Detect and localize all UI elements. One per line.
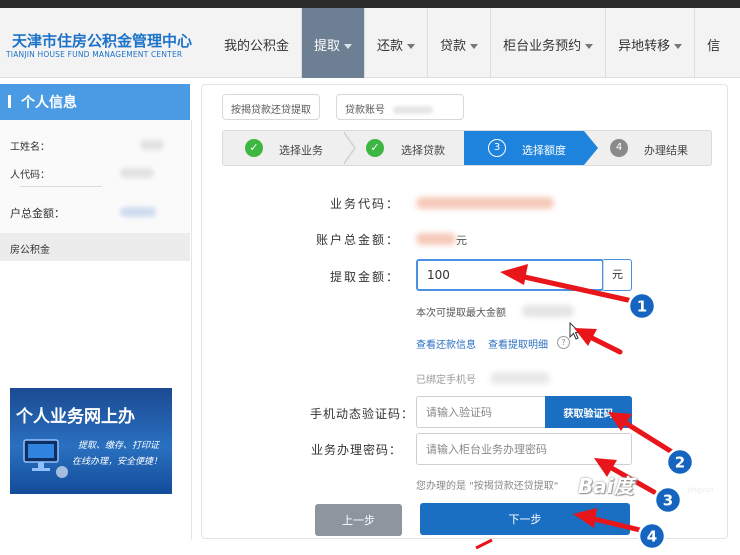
red-arrow-fragment bbox=[475, 538, 493, 550]
employee-name-value-redacted bbox=[140, 140, 164, 150]
step-number-3: 3 bbox=[488, 139, 506, 157]
nav-my-fund[interactable]: 我的公积金 bbox=[212, 8, 303, 78]
step-number-4: 4 bbox=[610, 139, 628, 157]
baidu-watermark: Bai度 bbox=[578, 474, 634, 498]
chevron-down-icon bbox=[344, 44, 353, 49]
loan-account-tag: 贷款账号 bbox=[336, 94, 464, 120]
account-total-unit: 元 bbox=[456, 234, 467, 247]
site-logo-title[interactable]: 天津市住房公积金管理中心 bbox=[12, 30, 192, 51]
sms-code-label: 手机动态验证码： bbox=[310, 407, 415, 421]
chevron-down-icon bbox=[407, 44, 416, 49]
business-password-input[interactable] bbox=[416, 433, 632, 465]
step-select-amount: 3 选择额度 bbox=[464, 131, 584, 165]
max-amount-hint: 本次可提取最大金额 bbox=[416, 308, 506, 319]
step-active-arrow bbox=[584, 131, 598, 165]
loan-account-text: 贷款账号 bbox=[345, 105, 385, 116]
loan-account-value-redacted bbox=[393, 106, 433, 114]
banner-title: 个人业务网上办 bbox=[16, 407, 135, 427]
banner-subtitle-1: 提取、缴存、打印证 bbox=[78, 441, 160, 451]
housing-fund-label: 房公积金 bbox=[10, 245, 50, 256]
view-withdraw-detail-link[interactable]: 查看提取明细 bbox=[488, 336, 548, 351]
withdraw-type-text: 按揭贷款还贷提取 bbox=[231, 105, 311, 116]
sidebar-divider-vertical bbox=[191, 120, 192, 540]
step-select-loan: ✓ 选择贷款 bbox=[353, 131, 463, 165]
business-password-label: 业务办理密码： bbox=[311, 443, 403, 457]
current-business-hint: 您办理的是 "按揭贷款还贷提取" bbox=[416, 481, 559, 492]
header-bar-icon bbox=[8, 95, 11, 108]
step-label: 选择贷款 bbox=[401, 144, 445, 157]
chevron-down-icon bbox=[674, 44, 683, 49]
step-label: 选择额度 bbox=[522, 144, 566, 157]
nav-label: 异地转移 bbox=[618, 39, 671, 54]
nav-label: 信 bbox=[707, 39, 721, 54]
progress-steps: ✓ 选择业务 ✓ 选择贷款 3 选择额度 4 办理结果 bbox=[222, 130, 712, 166]
personal-code-label: 人代码： bbox=[10, 170, 50, 181]
monitor-icon bbox=[23, 439, 68, 478]
nav-label: 贷款 bbox=[440, 39, 467, 54]
check-circle-icon: ✓ bbox=[245, 139, 263, 157]
account-total-value-redacted bbox=[120, 207, 156, 217]
account-total-value-redacted bbox=[416, 233, 456, 245]
personal-code-value-redacted bbox=[120, 168, 154, 178]
browser-top-strip bbox=[0, 0, 740, 8]
sidebar-divider bbox=[20, 186, 102, 187]
bound-phone-value-redacted bbox=[490, 372, 550, 384]
main-nav: 我的公积金 提取 还款 贷款 柜台业务预约 异地转移 信 bbox=[212, 8, 732, 78]
nav-label: 提取 bbox=[314, 39, 341, 54]
max-amount-value-redacted bbox=[522, 305, 574, 317]
get-sms-code-button[interactable]: 获取验证码 bbox=[545, 396, 632, 428]
nav-loan[interactable]: 贷款 bbox=[428, 8, 492, 78]
next-step-button[interactable]: 下一步 bbox=[420, 503, 630, 535]
nav-info-truncated[interactable]: 信 bbox=[695, 8, 732, 78]
site-logo-subtitle: TIANJIN HOUSE FUND MANAGEMENT CENTER bbox=[6, 50, 183, 59]
chevron-down-icon bbox=[470, 44, 479, 49]
step-result: 4 办理结果 bbox=[603, 131, 711, 165]
nav-label: 我的公积金 bbox=[224, 39, 290, 54]
employee-name-label: 工姓名： bbox=[10, 142, 50, 153]
account-total-label: 户总金额： bbox=[10, 207, 65, 220]
view-repayment-link[interactable]: 查看还款信息 bbox=[416, 336, 476, 351]
account-total-amount-label: 账户总金额： bbox=[316, 233, 401, 247]
withdraw-type-tag: 按揭贷款还贷提取 bbox=[222, 94, 320, 120]
withdraw-amount-label: 提取金额： bbox=[330, 270, 401, 284]
nav-repayment[interactable]: 还款 bbox=[365, 8, 429, 78]
step-select-business: ✓ 选择业务 bbox=[223, 131, 343, 165]
check-circle-icon: ✓ bbox=[366, 139, 384, 157]
sms-code-input[interactable] bbox=[416, 396, 546, 428]
chevron-down-icon bbox=[585, 44, 594, 49]
withdraw-amount-unit: 元 bbox=[603, 259, 632, 291]
banner-subtitle-2: 在线办理，安全便捷！ bbox=[72, 457, 163, 467]
step-label: 办理结果 bbox=[644, 144, 688, 157]
site-header: 天津市住房公积金管理中心 TIANJIN HOUSE FUND MANAGEME… bbox=[0, 8, 740, 78]
previous-step-button[interactable]: 上一步 bbox=[315, 504, 402, 536]
nav-label: 柜台业务预约 bbox=[503, 39, 582, 54]
online-service-banner[interactable]: 个人业务网上办 提取、缴存、打印证 在线办理，安全便捷！ bbox=[10, 388, 172, 494]
personal-info-title: 个人信息 bbox=[21, 95, 77, 111]
nav-withdraw[interactable]: 提取 bbox=[302, 8, 366, 78]
baidu-watermark-sub: jingyan bbox=[688, 486, 714, 494]
nav-counter-appointment[interactable]: 柜台业务预约 bbox=[491, 8, 607, 78]
business-code-label: 业务代码： bbox=[330, 197, 401, 211]
personal-info-header: 个人信息 bbox=[0, 84, 190, 120]
mouse-cursor-icon bbox=[569, 322, 581, 340]
bound-phone-label: 已绑定手机号 bbox=[416, 375, 476, 386]
nav-label: 还款 bbox=[377, 39, 404, 54]
business-code-value-redacted bbox=[416, 197, 554, 209]
nav-remote-transfer[interactable]: 异地转移 bbox=[606, 8, 696, 78]
step-label: 选择业务 bbox=[279, 144, 323, 157]
withdraw-amount-input[interactable] bbox=[416, 259, 604, 291]
